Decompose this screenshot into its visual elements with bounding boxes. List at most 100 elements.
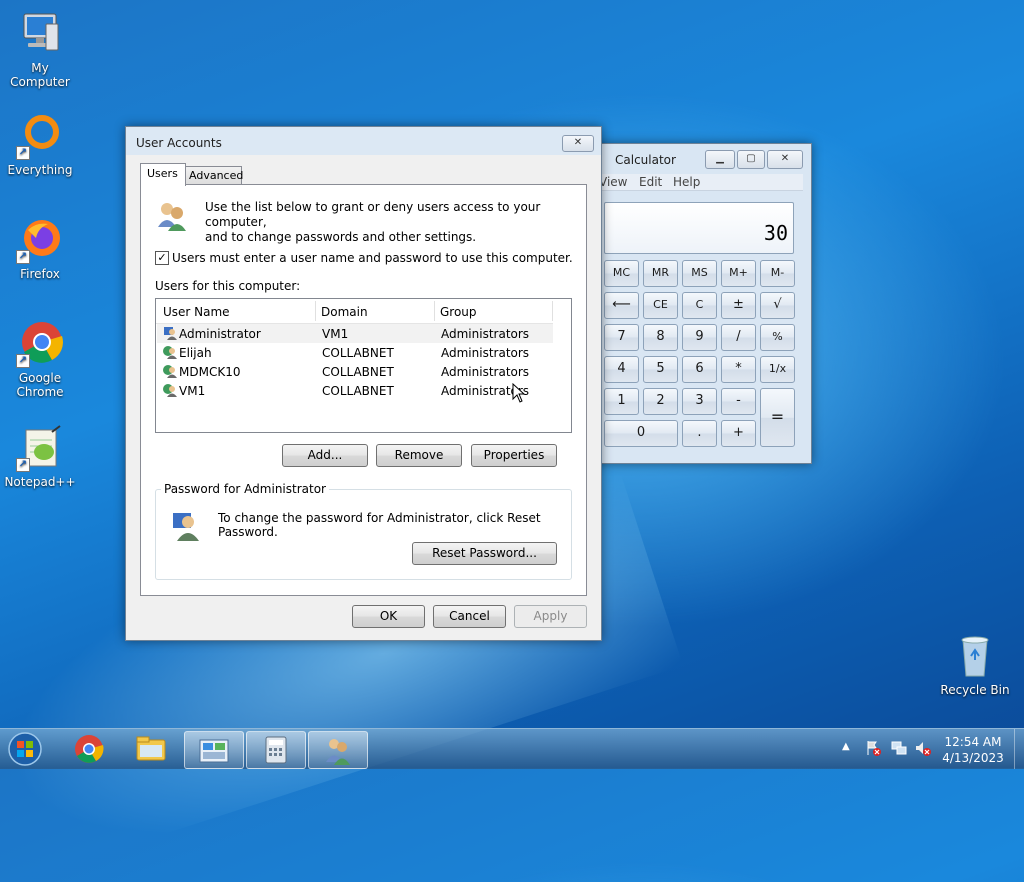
divide-button[interactable]: / <box>721 324 756 351</box>
desktop-icon-google-chrome[interactable]: ↗ Google Chrome <box>0 320 80 399</box>
multiply-button[interactable]: * <box>721 356 756 383</box>
control-panel-icon <box>199 739 229 763</box>
menu-edit[interactable]: Edit <box>639 175 662 189</box>
user-accounts-window[interactable]: User Accounts ✕ Users Advanced Use the l… <box>125 126 602 641</box>
network-icon[interactable] <box>890 739 908 757</box>
digit-2-button[interactable]: 2 <box>643 388 678 415</box>
user-accounts-titlebar[interactable]: User Accounts ✕ <box>126 127 601 155</box>
require-password-checkbox[interactable]: ✓ <box>155 251 169 265</box>
admin-user-icon <box>164 327 177 340</box>
show-desktop-button[interactable] <box>1014 729 1024 769</box>
display-value: 30 <box>763 221 788 245</box>
tab-users[interactable]: Users <box>140 163 186 186</box>
folder-icon <box>136 736 166 761</box>
backspace-button[interactable]: ⟵ <box>604 292 639 319</box>
user-name-cell: VM1 <box>179 384 206 398</box>
taskbar-file-explorer[interactable] <box>122 731 180 767</box>
desktop-icon-notepad-plus-plus[interactable]: ↗ Notepad++ <box>0 424 80 489</box>
intro-line-1: Use the list below to grant or deny user… <box>205 200 541 229</box>
require-password-label: Users must enter a user name and passwor… <box>172 251 573 265</box>
column-header-user-name[interactable]: User Name <box>163 305 230 319</box>
group-cell: Administrators <box>441 346 530 360</box>
menu-help[interactable]: Help <box>673 175 700 189</box>
clock-time: 12:54 AM <box>944 735 1002 749</box>
table-row[interactable]: VM1 COLLABNET Administrators <box>157 381 553 400</box>
volume-muted-icon[interactable] <box>914 739 932 757</box>
domain-user-icon <box>163 384 177 397</box>
domain-cell: VM1 <box>322 327 349 341</box>
ms-button[interactable]: MS <box>682 260 717 287</box>
add-user-button[interactable]: Add... <box>282 444 368 467</box>
desktop-icon-my-computer[interactable]: My Computer <box>0 10 80 89</box>
apply-button[interactable]: Apply <box>514 605 587 628</box>
reset-password-button[interactable]: Reset Password... <box>412 542 557 565</box>
add-button[interactable]: + <box>721 420 756 447</box>
table-row[interactable]: Administrator VM1 Administrators <box>157 324 553 343</box>
remove-user-button[interactable]: Remove <box>376 444 462 467</box>
desktop-icon-recycle-bin[interactable]: Recycle Bin <box>935 632 1015 697</box>
percent-button[interactable]: % <box>760 324 795 351</box>
password-group-box: Password for Administrator To change the… <box>155 482 572 580</box>
reciprocal-button[interactable]: 1/x <box>760 356 795 383</box>
maximize-icon: ▢ <box>746 153 756 164</box>
shortcut-arrow-icon: ↗ <box>16 146 30 160</box>
digit-6-button[interactable]: 6 <box>682 356 717 383</box>
table-row[interactable]: MDMCK10 COLLABNET Administrators <box>157 362 553 381</box>
equals-button[interactable]: = <box>760 388 795 447</box>
digit-0-button[interactable]: 0 <box>604 420 678 447</box>
m-plus-button[interactable]: M+ <box>721 260 756 287</box>
column-divider[interactable] <box>315 301 316 321</box>
cancel-button[interactable]: Cancel <box>433 605 506 628</box>
digit-4-button[interactable]: 4 <box>604 356 639 383</box>
column-header-group[interactable]: Group <box>440 305 477 319</box>
close-button[interactable]: ✕ <box>767 150 803 169</box>
m-minus-button[interactable]: M- <box>760 260 795 287</box>
taskbar-calculator[interactable] <box>246 731 306 769</box>
table-row[interactable]: Elijah COLLABNET Administrators <box>157 343 553 362</box>
chrome-icon: ↗ <box>16 320 64 368</box>
maximize-button[interactable]: ▢ <box>737 150 765 169</box>
minimize-button[interactable]: ▁ <box>705 150 735 169</box>
action-center-icon[interactable] <box>864 739 882 757</box>
taskbar: ▲ 12:54 AM 4/13/2023 <box>0 728 1024 769</box>
digit-5-button[interactable]: 5 <box>643 356 678 383</box>
start-button[interactable] <box>6 731 44 767</box>
mr-button[interactable]: MR <box>643 260 678 287</box>
column-divider[interactable] <box>552 301 553 321</box>
ok-button[interactable]: OK <box>352 605 425 628</box>
dialog-close-button[interactable]: ✕ <box>562 135 594 152</box>
decimal-button[interactable]: . <box>682 420 717 447</box>
plus-minus-button[interactable]: ± <box>721 292 756 319</box>
digit-7-button[interactable]: 7 <box>604 324 639 351</box>
users-list-view[interactable]: User Name Domain Group Administrator VM1… <box>155 298 572 433</box>
digit-9-button[interactable]: 9 <box>682 324 717 351</box>
calculator-window[interactable]: Calculator ▁ ▢ ✕ View Edit Help 30 MC MR… <box>586 143 812 464</box>
list-header: User Name Domain Group <box>156 299 553 324</box>
menu-view[interactable]: View <box>599 175 627 189</box>
show-hidden-icons-button[interactable]: ▲ <box>842 741 850 752</box>
password-group-title: Password for Administrator <box>161 482 329 496</box>
shortcut-arrow-icon: ↗ <box>16 354 30 368</box>
c-button[interactable]: C <box>682 292 717 319</box>
taskbar-chrome[interactable] <box>60 731 118 767</box>
column-header-domain[interactable]: Domain <box>321 305 368 319</box>
tab-advanced[interactable]: Advanced <box>184 166 243 185</box>
digit-3-button[interactable]: 3 <box>682 388 717 415</box>
desktop-icon-everything[interactable]: ↗ Everything <box>0 112 80 177</box>
mc-button[interactable]: MC <box>604 260 639 287</box>
ce-button[interactable]: CE <box>643 292 678 319</box>
digit-8-button[interactable]: 8 <box>643 324 678 351</box>
calculator-titlebar[interactable]: Calculator ▁ ▢ ✕ <box>587 144 811 172</box>
clock[interactable]: 12:54 AM 4/13/2023 <box>940 734 1006 766</box>
subtract-button[interactable]: - <box>721 388 756 415</box>
user-name-cell: MDMCK10 <box>179 365 241 379</box>
domain-user-icon <box>163 346 177 359</box>
sqrt-button[interactable]: √ <box>760 292 795 319</box>
taskbar-user-accounts[interactable] <box>308 731 368 769</box>
desktop-icon-firefox[interactable]: ↗ Firefox <box>0 216 80 281</box>
group-cell: Administrators <box>441 327 530 341</box>
properties-button[interactable]: Properties <box>471 444 557 467</box>
taskbar-control-panel[interactable] <box>184 731 244 769</box>
column-divider[interactable] <box>434 301 435 321</box>
digit-1-button[interactable]: 1 <box>604 388 639 415</box>
